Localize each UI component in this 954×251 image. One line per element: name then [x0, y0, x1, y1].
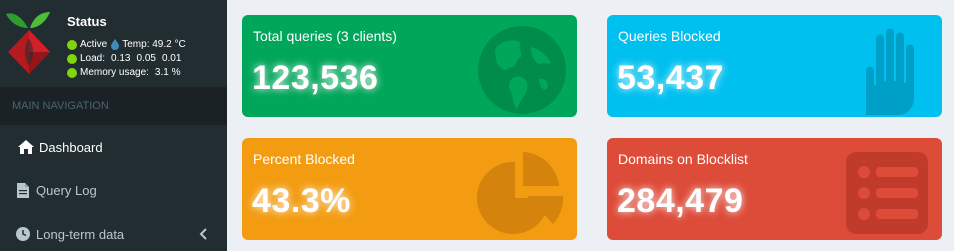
temperature-drop-icon — [111, 39, 120, 50]
card-value: 43.3% — [252, 182, 351, 220]
load-1min: 0.13 — [111, 53, 131, 64]
card-label: Percent Blocked — [253, 151, 355, 167]
load-label: Load: — [80, 53, 106, 64]
queries-blocked-card[interactable]: Queries Blocked 53,437 — [607, 15, 942, 117]
chevron-left-icon[interactable] — [199, 227, 209, 241]
main-navigation-header: MAIN NAVIGATION — [0, 87, 227, 125]
load-15min: 0.01 — [161, 53, 182, 64]
percent-blocked-card[interactable]: Percent Blocked 43.3% — [242, 138, 577, 240]
status-title: Status — [67, 14, 107, 29]
hand-icon — [866, 28, 914, 115]
status-line-active: Active Temp: 49.2 °C — [67, 39, 186, 50]
file-icon — [15, 182, 31, 198]
status-line-load: Load: 0.13 0.05 0.01 — [67, 53, 181, 64]
card-value: 53,437 — [617, 59, 724, 97]
card-value: 123,536 — [252, 59, 379, 97]
sidebar: Status Active Temp: 49.2 °C Load: 0.13 0… — [0, 0, 227, 251]
clock-icon — [15, 226, 31, 242]
home-icon — [18, 139, 34, 155]
memory-value: 3.1 % — [154, 67, 181, 78]
load-5min: 0.05 — [136, 53, 156, 64]
pihole-logo — [6, 12, 50, 74]
sidebar-item-label: Dashboard — [39, 139, 103, 155]
domains-on-blocklist-card[interactable]: Domains on Blocklist 284,479 — [607, 138, 942, 240]
card-label: Total queries (3 clients) — [253, 28, 397, 44]
active-indicator-icon — [67, 39, 77, 50]
globe-icon — [478, 26, 566, 114]
card-label: Domains on Blocklist — [618, 151, 748, 167]
total-queries-card[interactable]: Total queries (3 clients) 123,536 — [242, 15, 577, 117]
list-icon — [846, 152, 928, 234]
sidebar-item-long-term-data[interactable]: Long-term data — [0, 212, 227, 251]
active-label: Active — [80, 39, 108, 50]
card-label: Queries Blocked — [618, 28, 721, 44]
pie-chart-icon — [477, 152, 564, 234]
sidebar-item-label: Long-term data — [36, 226, 125, 242]
status-panel: Status Active Temp: 49.2 °C Load: 0.13 0… — [0, 0, 227, 87]
sidebar-item-label: Query Log — [36, 182, 97, 198]
status-line-memory: Memory usage: 3.1 % — [67, 67, 181, 78]
sidebar-item-dashboard[interactable]: Dashboard — [0, 125, 227, 169]
temperature-label: Temp: 49.2 °C — [122, 39, 186, 50]
memory-label: Memory usage: — [80, 67, 149, 78]
sidebar-item-query-log[interactable]: Query Log — [0, 168, 227, 212]
card-value: 284,479 — [617, 182, 744, 220]
load-indicator-icon — [67, 53, 77, 64]
memory-indicator-icon — [67, 67, 77, 78]
